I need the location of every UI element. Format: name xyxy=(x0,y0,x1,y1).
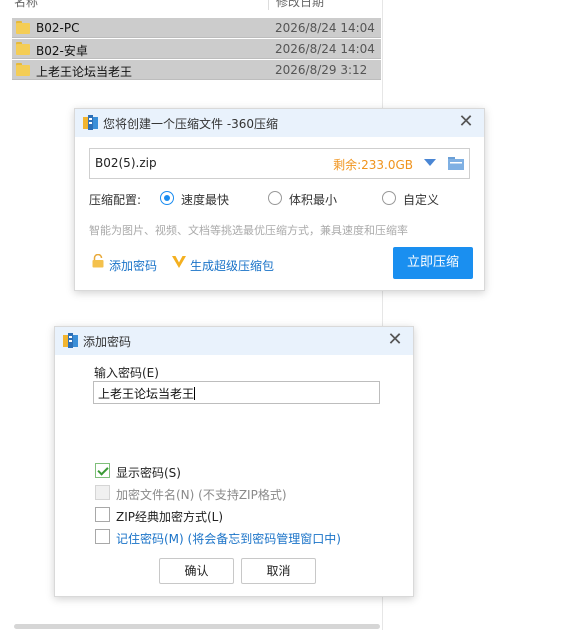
radio-smallest[interactable] xyxy=(268,191,282,205)
add-password-dialog: 添加密码 ✕ 输入密码(E) 上老王论坛当老王 显示密码(S) 加密文件名(N)… xyxy=(54,326,414,597)
file-row[interactable]: B02-安卓 2026/8/24 14:04 xyxy=(12,39,381,59)
column-date-header[interactable]: 修改日期 xyxy=(276,0,324,10)
file-row[interactable]: B02-PC 2026/8/24 14:04 xyxy=(12,18,381,38)
column-header: 名称 修改日期 xyxy=(0,0,383,10)
browse-folder-icon[interactable] xyxy=(448,156,464,170)
compress-dialog: 您将创建一个压缩文件 -360压缩 ✕ B02(5).zip 剩余:233.0G… xyxy=(74,108,485,291)
file-row[interactable]: 上老王论坛当老王 2026/8/29 3:12 xyxy=(12,60,381,80)
file-date: 2026/8/24 14:04 xyxy=(275,21,375,35)
remember-password-label[interactable]: 记住密码(M) (将会备忘到密码管理窗口中) xyxy=(116,530,341,547)
lock-icon xyxy=(92,254,104,268)
option-smallest-label[interactable]: 体积最小 xyxy=(289,191,337,208)
show-password-label[interactable]: 显示密码(S) xyxy=(116,464,181,481)
folder-icon xyxy=(16,21,30,34)
encrypt-filename-label: 加密文件名(N) (不支持ZIP格式) xyxy=(116,488,287,502)
compress-config-label: 压缩配置: xyxy=(89,193,142,207)
archive-path-value: B02(5).zip xyxy=(95,156,157,170)
remaining-space: 剩余:233.0GB xyxy=(333,158,413,172)
folder-icon xyxy=(16,63,30,76)
radio-fastest[interactable] xyxy=(160,191,174,205)
text-caret xyxy=(194,387,196,400)
cancel-button[interactable]: 取消 xyxy=(241,558,316,584)
file-date: 2026/8/29 3:12 xyxy=(275,63,368,77)
show-password-checkbox[interactable] xyxy=(95,463,110,478)
desktop: 名称 修改日期 B02-PC 2026/8/24 14:04 B02-安卓 20… xyxy=(0,0,573,630)
remember-password-checkbox[interactable] xyxy=(95,529,110,544)
option-custom-label[interactable]: 自定义 xyxy=(403,191,439,208)
chevron-down-icon[interactable] xyxy=(424,159,436,166)
compress-dialog-title: 您将创建一个压缩文件 -360压缩 xyxy=(103,117,279,131)
password-dialog-title: 添加密码 xyxy=(83,335,132,349)
password-dialog-titlebar[interactable]: 添加密码 ✕ xyxy=(55,327,413,355)
archive-app-icon xyxy=(83,115,98,130)
archive-path-input[interactable]: B02(5).zip 剩余:233.0GB xyxy=(89,148,470,179)
super-compress-link[interactable]: 生成超级压缩包 xyxy=(190,257,274,274)
password-input[interactable]: 上老王论坛当老王 xyxy=(93,381,380,404)
close-icon[interactable]: ✕ xyxy=(456,112,476,132)
password-input-label: 输入密码(E) xyxy=(94,366,159,380)
password-value: 上老王论坛当老王 xyxy=(98,387,195,401)
file-name: B02-PC xyxy=(36,21,80,35)
compress-dialog-titlebar[interactable]: 您将创建一个压缩文件 -360压缩 ✕ xyxy=(75,109,484,137)
file-name: 上老王论坛当老王 xyxy=(36,65,133,79)
option-fastest-label[interactable]: 速度最快 xyxy=(181,191,229,208)
radio-custom[interactable] xyxy=(382,191,396,205)
zip-classic-encryption-label[interactable]: ZIP经典加密方式(L) xyxy=(116,508,223,525)
horizontal-scrollbar[interactable] xyxy=(14,624,380,629)
file-date: 2026/8/24 14:04 xyxy=(275,42,375,56)
super-v-icon xyxy=(172,256,186,268)
column-name-header[interactable]: 名称 xyxy=(14,0,38,10)
encrypt-filename-checkbox[interactable] xyxy=(95,485,110,500)
add-password-link[interactable]: 添加密码 xyxy=(109,257,157,274)
close-icon[interactable]: ✕ xyxy=(385,330,405,350)
folder-icon xyxy=(16,42,30,55)
compress-now-button[interactable]: 立即压缩 xyxy=(393,247,473,279)
zip-classic-encryption-checkbox[interactable] xyxy=(95,507,110,522)
archive-app-icon xyxy=(63,333,78,348)
compress-hint: 智能为图片、视频、文档等挑选最优压缩方式，兼具速度和压缩率 xyxy=(89,224,408,237)
file-name: B02-安卓 xyxy=(36,44,88,58)
confirm-button[interactable]: 确认 xyxy=(159,558,234,584)
